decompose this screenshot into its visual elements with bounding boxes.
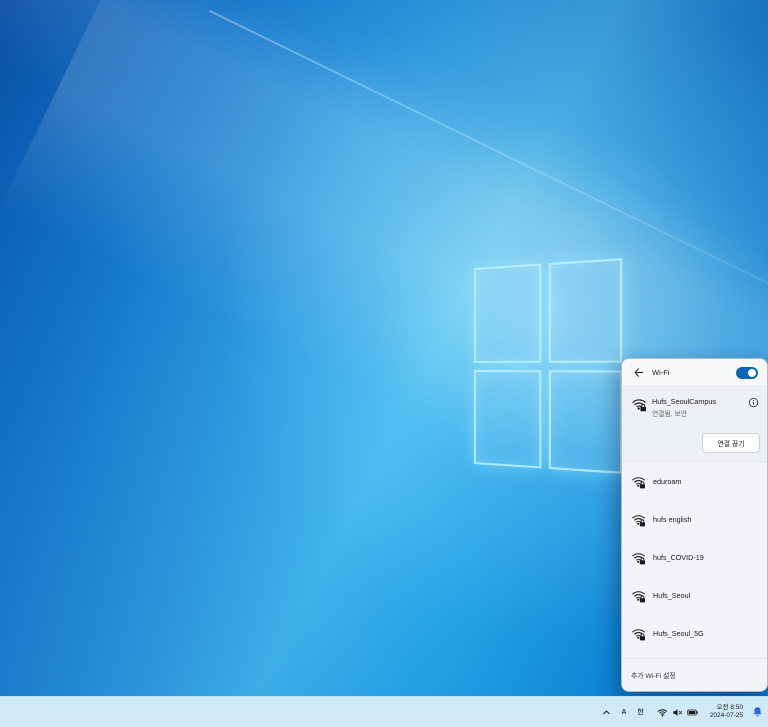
wifi-network-item[interactable]: eduroam <box>622 462 767 500</box>
clock-date: 2024-07-25 <box>710 712 743 721</box>
flyout-title: Wi-Fi <box>652 368 670 377</box>
clock-time: 오전 8:50 <box>710 704 743 713</box>
bell-icon <box>752 706 763 718</box>
wifi-icon <box>657 707 668 718</box>
show-hidden-icons-button[interactable] <box>600 707 613 718</box>
wifi-network-list: eduroam hufs english hufs_COVID-19 Hufs_… <box>622 462 767 652</box>
back-button[interactable] <box>631 366 645 380</box>
connected-network-status: 연결됨, 보안 <box>652 408 687 418</box>
wifi-flyout-panel: Wi-Fi Hufs_SeoulCampus 연결됨, 보안 연결 끊기 edu… <box>621 358 768 692</box>
network-name: hufs english <box>653 515 691 524</box>
more-wifi-settings-link[interactable]: 추가 Wi-Fi 설정 <box>622 658 767 691</box>
clock[interactable]: 오전 8:50 2024-07-25 <box>710 704 743 721</box>
quick-settings-button[interactable] <box>653 704 703 721</box>
wifi-toggle[interactable] <box>736 367 758 379</box>
wifi-network-item[interactable]: Hufs_Seoul_5G <box>622 614 767 652</box>
windows-logo-pane <box>474 264 541 363</box>
network-name: hufs_COVID-19 <box>653 553 704 562</box>
ime-mode-indicator[interactable]: A <box>620 708 629 717</box>
ime-language-indicator[interactable]: 한 <box>635 706 645 718</box>
chevron-up-icon <box>602 708 611 717</box>
battery-icon <box>687 707 699 718</box>
connected-network-name: Hufs_SeoulCampus <box>652 397 716 406</box>
wifi-network-item[interactable]: hufs english <box>622 500 767 538</box>
info-icon <box>748 397 759 408</box>
notification-bell-button[interactable] <box>750 705 765 719</box>
system-tray: A 한 오전 8:50 2024-07-25 <box>600 697 765 727</box>
network-name: eduroam <box>653 477 681 486</box>
wifi-network-item[interactable]: hufs_COVID-19 <box>622 538 767 576</box>
wifi-secured-icon <box>631 474 646 489</box>
disconnect-button[interactable]: 연결 끊기 <box>702 433 760 453</box>
wifi-flyout-header: Wi-Fi <box>622 359 767 387</box>
windows-logo-pane <box>548 258 622 362</box>
wifi-secured-icon <box>631 626 646 641</box>
windows-logo-pane <box>548 370 622 474</box>
network-name: Hufs_Seoul_5G <box>653 629 704 638</box>
wifi-secured-icon <box>631 512 646 527</box>
wifi-secured-icon <box>631 588 646 603</box>
windows-logo <box>474 258 622 474</box>
windows-logo-pane <box>474 370 541 469</box>
wifi-secured-icon <box>631 396 647 412</box>
wifi-secured-icon <box>631 550 646 565</box>
desktop: Wi-Fi Hufs_SeoulCampus 연결됨, 보안 연결 끊기 edu… <box>0 0 768 727</box>
wifi-network-item[interactable]: Hufs_Seoul <box>622 576 767 614</box>
taskbar: A 한 오전 8:50 2024-07-25 <box>0 696 768 727</box>
network-name: Hufs_Seoul <box>653 591 690 600</box>
volume-muted-icon <box>672 707 683 718</box>
wifi-toggle-knob <box>748 369 756 377</box>
connected-network-item[interactable]: Hufs_SeoulCampus 연결됨, 보안 연결 끊기 <box>622 387 767 462</box>
back-arrow-icon <box>633 367 644 378</box>
network-properties-button[interactable] <box>748 396 759 407</box>
